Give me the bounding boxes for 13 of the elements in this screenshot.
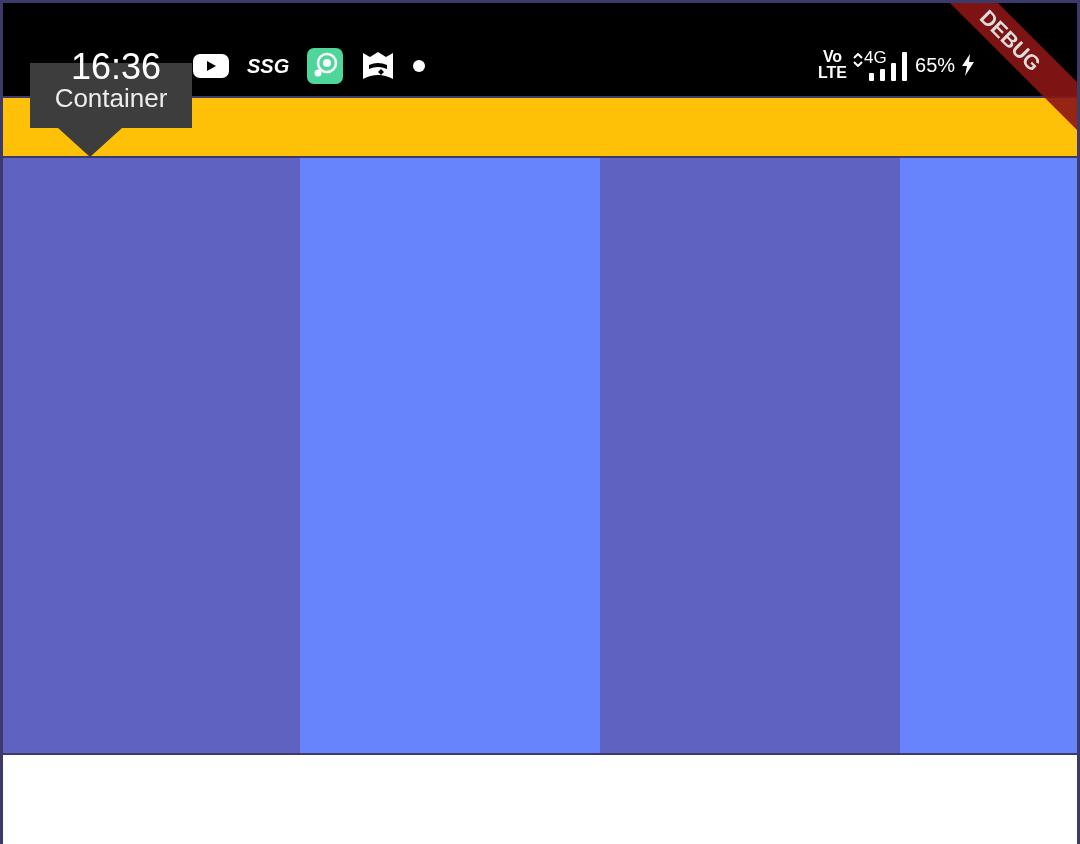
volte-text: Vo [822,49,843,65]
battery-percent: 65% [915,55,956,75]
crown-icon [361,51,396,81]
dot-icon [413,60,426,72]
app-icon [307,48,344,84]
clock-time: 16:36 [71,49,162,85]
app-label: SSG [247,56,290,76]
tooltip-text: Container [54,85,168,111]
network-type: 4G [864,49,887,66]
charging-icon [961,54,976,76]
play-icon [193,54,229,78]
lte-text: LTE [818,65,848,81]
data-arrows-icon [853,53,864,67]
